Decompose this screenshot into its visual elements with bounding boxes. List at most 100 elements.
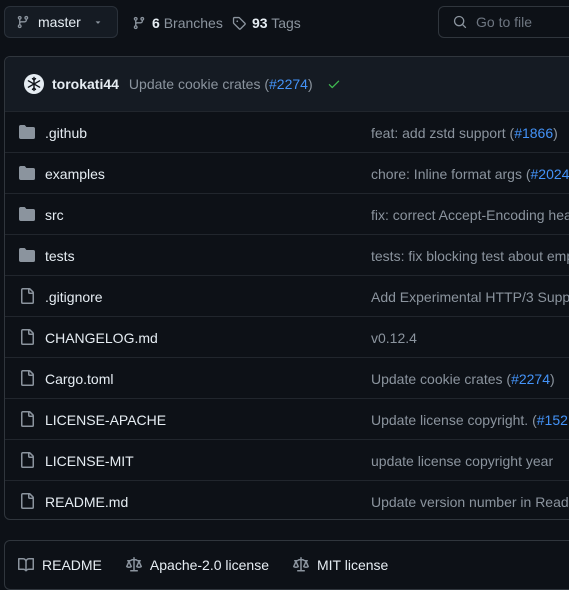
- avatar[interactable]: [24, 74, 44, 94]
- commit-message-link[interactable]: update license copyright year: [371, 453, 553, 469]
- file-name-link[interactable]: LICENSE-APACHE: [45, 412, 166, 428]
- git-branch-icon: [17, 15, 29, 29]
- commit-message-end: ): [307, 76, 313, 92]
- commit-message-link[interactable]: Update license copyright. (#152: [371, 412, 568, 428]
- tab-apache-license-label: Apache-2.0 license: [149, 557, 269, 573]
- triangle-down-icon: [95, 21, 101, 24]
- commit-message-text: Update version number in Read: [371, 493, 569, 510]
- file-name-link[interactable]: README.md: [45, 494, 128, 510]
- file-row[interactable]: LICENSE-MIT update license copyright year: [5, 439, 569, 481]
- row-icon: [19, 452, 35, 468]
- row-icon: [19, 329, 35, 345]
- file-row[interactable]: README.md Update version number in Read: [5, 480, 569, 519]
- commit-pr-link[interactable]: #1866: [514, 125, 553, 141]
- go-to-file-input[interactable]: Go to file: [438, 6, 569, 38]
- tab-mit-license-label: MIT license: [316, 557, 389, 573]
- commit-message-link[interactable]: Update version number in Read: [371, 494, 569, 510]
- commit-message[interactable]: Update cookie crates (#2274): [129, 76, 313, 92]
- folder-icon: [19, 125, 35, 139]
- commit-message-text: Add Experimental HTTP/3 Suppo: [371, 288, 569, 305]
- branch-name: master: [38, 14, 81, 30]
- tab-readme-label: README: [42, 557, 102, 573]
- file-name-link[interactable]: .gitignore: [45, 289, 103, 305]
- row-icon: [19, 124, 35, 140]
- folder-row[interactable]: .github feat: add zstd support (#1866): [5, 111, 569, 153]
- folder-row[interactable]: examples chore: Inline format args (#2024: [5, 152, 569, 194]
- folder-icon: [19, 248, 35, 262]
- file-icon: [21, 411, 34, 427]
- go-to-file-placeholder: Go to file: [476, 14, 533, 30]
- commit-author[interactable]: torokati44: [52, 76, 119, 92]
- commit-message-text: chore: Inline format args (: [371, 165, 531, 182]
- folder-icon: [19, 166, 35, 180]
- tab-apache-license[interactable]: Apache-2.0 license: [125, 557, 269, 573]
- commit-message-link[interactable]: chore: Inline format args (#2024: [371, 166, 569, 182]
- file-icon: [21, 329, 34, 345]
- check-icon[interactable]: [327, 77, 341, 91]
- branches-count: 6: [152, 15, 160, 31]
- row-icon: [19, 288, 35, 304]
- tags-link[interactable]: 93 Tags: [232, 14, 301, 32]
- tab-mit-license[interactable]: MIT license: [292, 557, 389, 573]
- file-name-link[interactable]: tests: [45, 248, 75, 264]
- tags-label: Tags: [271, 15, 301, 31]
- branches-label: Branches: [163, 15, 223, 31]
- commit-message-link[interactable]: v0.12.4: [371, 330, 417, 346]
- commit-pr-link[interactable]: #2274: [511, 371, 550, 387]
- row-icon: [19, 493, 35, 509]
- row-icon: [19, 370, 35, 386]
- folder-row[interactable]: src fix: correct Accept-Encoding hea: [5, 193, 569, 235]
- file-row[interactable]: CHANGELOG.md v0.12.4: [5, 316, 569, 358]
- file-icon: [21, 370, 34, 386]
- file-icon: [21, 493, 34, 509]
- commit-message-text: update license copyright year: [371, 452, 554, 469]
- row-icon: [19, 165, 35, 181]
- file-name-link[interactable]: examples: [45, 166, 105, 182]
- branch-select-button[interactable]: master: [4, 6, 118, 38]
- git-branch-icon: [133, 16, 145, 30]
- commit-pr-link[interactable]: #2024: [531, 166, 569, 182]
- commit-message-link[interactable]: Update cookie crates (#2274): [371, 371, 555, 387]
- tab-readme[interactable]: README: [18, 557, 102, 573]
- folder-icon: [19, 207, 35, 221]
- commit-message-text: Update license copyright. (: [371, 411, 537, 428]
- file-name-link[interactable]: CHANGELOG.md: [45, 330, 158, 346]
- tag-icon: [232, 16, 246, 30]
- branches-link[interactable]: 6 Branches: [132, 14, 223, 32]
- file-name-link[interactable]: Cargo.toml: [45, 371, 113, 387]
- avatar-snowflake-icon: [27, 76, 41, 92]
- commit-message-link[interactable]: feat: add zstd support (#1866): [371, 125, 558, 141]
- commit-message-link[interactable]: fix: correct Accept-Encoding hea: [371, 207, 569, 223]
- search-icon: [453, 15, 467, 29]
- file-row[interactable]: LICENSE-APACHE Update license copyright. …: [5, 398, 569, 440]
- folder-row[interactable]: tests tests: fix blocking test about emp: [5, 234, 569, 276]
- commit-message-text: Update cookie crates (: [371, 370, 512, 387]
- commit-message-text: feat: add zstd support (: [371, 124, 515, 141]
- commit-message-text: tests: fix blocking test about emp: [371, 247, 569, 264]
- file-name-link[interactable]: src: [45, 207, 64, 223]
- file-icon: [21, 288, 34, 304]
- latest-commit-bar: torokati44 Update cookie crates (#2274): [5, 57, 569, 111]
- scale-icon: [125, 557, 142, 572]
- commit-message-link[interactable]: tests: fix blocking test about emp: [371, 248, 569, 264]
- commit-message-text: fix: correct Accept-Encoding hea: [371, 206, 569, 223]
- file-row[interactable]: Cargo.toml Update cookie crates (#2274): [5, 357, 569, 399]
- row-icon: [19, 247, 35, 263]
- readme-tabs: README Apache-2.0 license MIT license: [4, 540, 569, 590]
- tags-count: 93: [252, 15, 268, 31]
- file-name-link[interactable]: LICENSE-MIT: [45, 453, 134, 469]
- scale-icon: [292, 557, 309, 572]
- file-row[interactable]: .gitignore Add Experimental HTTP/3 Suppo: [5, 275, 569, 317]
- row-icon: [19, 206, 35, 222]
- row-icon: [19, 411, 35, 427]
- commit-message-text: v0.12.4: [371, 329, 417, 346]
- file-table: torokati44 Update cookie crates (#2274) …: [4, 56, 569, 520]
- commit-message-end: ): [550, 370, 555, 387]
- commit-pr-link[interactable]: #152: [537, 412, 568, 428]
- book-icon: [18, 557, 34, 572]
- commit-message-link[interactable]: Add Experimental HTTP/3 Suppo: [371, 289, 569, 305]
- file-name-link[interactable]: .github: [45, 125, 87, 141]
- commit-pr-link[interactable]: #2274: [269, 76, 308, 92]
- file-icon: [21, 452, 34, 468]
- commit-message-text: Update cookie crates (: [128, 76, 269, 92]
